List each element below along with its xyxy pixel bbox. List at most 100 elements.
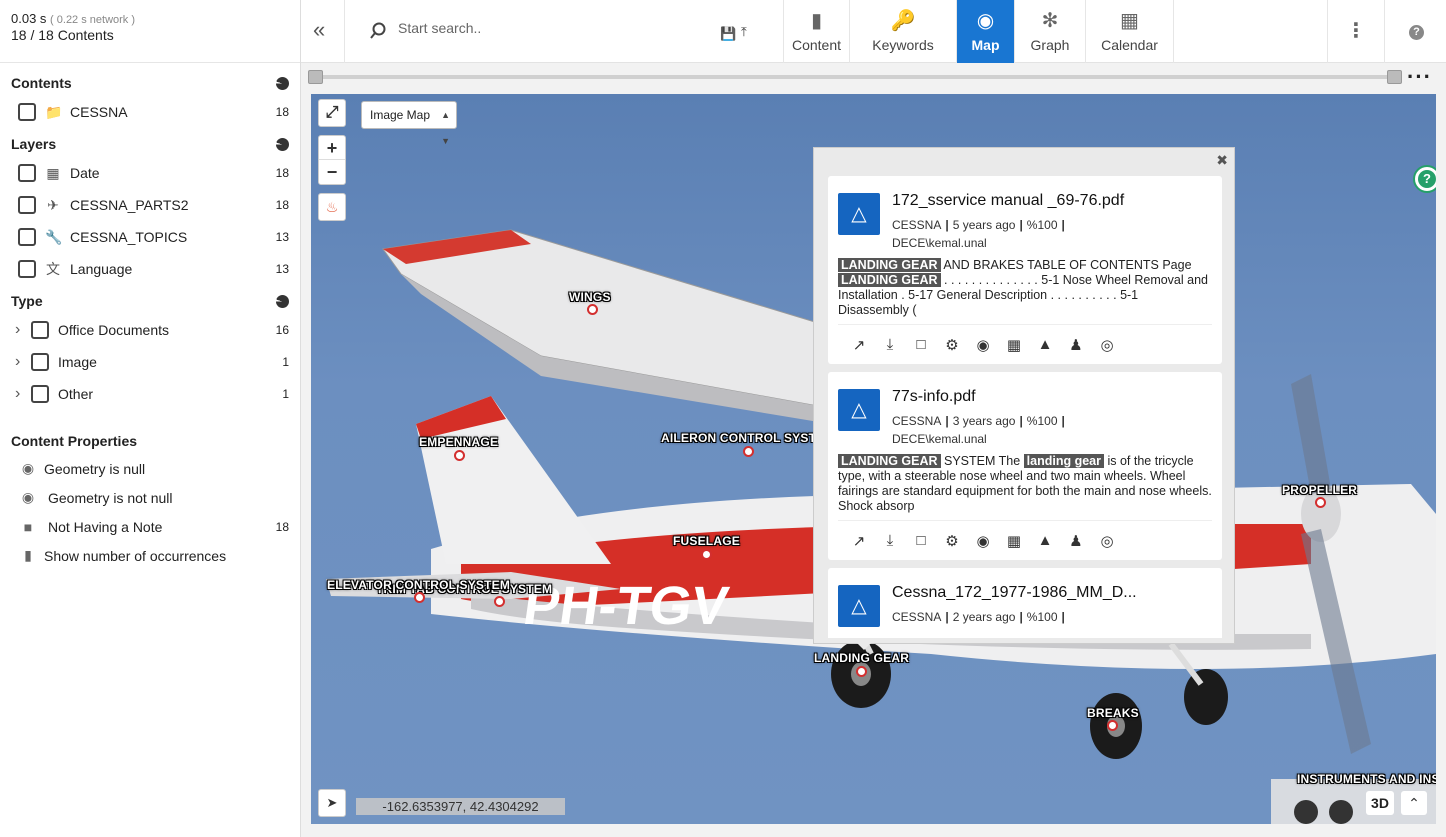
timeline-start-handle[interactable] — [308, 70, 323, 84]
tab-keywords[interactable]: 🔑 Keywords — [850, 0, 957, 63]
locate-icon[interactable]: ➤ — [318, 789, 346, 817]
download-icon[interactable]: ⤓ — [881, 336, 899, 353]
chart-icon[interactable]: ▲ — [1036, 532, 1054, 549]
result-user: DECE\kemal.unal — [892, 236, 987, 250]
open-icon[interactable]: ↗ — [850, 336, 868, 354]
map-search-icon[interactable]: ◉ — [974, 336, 992, 354]
upload-icon[interactable]: ⤒ — [741, 24, 747, 40]
property-occurrences[interactable]: ▮ Show number of occurrences — [0, 541, 300, 570]
result-score: %100 — [1026, 414, 1058, 428]
result-title[interactable]: 77s-info.pdf — [892, 388, 1212, 409]
type-count: 16 — [275, 323, 289, 337]
search-input[interactable] — [398, 20, 698, 36]
map-label-aileron-control-system[interactable]: AILERON CONTROL SYST — [661, 431, 816, 445]
result-card[interactable]: △ 77s-info.pdf CESSNA | 3 years ago | %100 | … — [828, 372, 1222, 560]
checkbox[interactable] — [18, 196, 36, 214]
type-item-image[interactable]: › Image 1 — [0, 346, 300, 378]
map-icon[interactable]: ▦ — [1005, 532, 1023, 550]
map-marker-propeller[interactable] — [1315, 497, 1326, 508]
layer-item-cessna-parts2[interactable]: ✈ CESSNA_PARTS2 18 — [0, 189, 300, 221]
chart-icon[interactable]: ▲ — [1036, 336, 1054, 353]
map-marker-trim-tab[interactable] — [494, 596, 505, 607]
map-marker-aileron[interactable] — [743, 446, 754, 457]
map-label-propeller[interactable]: PROPELLER — [1282, 483, 1357, 497]
property-geometry-null[interactable]: ◉ Geometry is null — [0, 454, 300, 483]
layer-item-date[interactable]: ▦ Date 18 — [0, 157, 300, 189]
checkbox[interactable] — [31, 353, 49, 371]
checkbox[interactable] — [18, 164, 36, 182]
download-icon[interactable]: ⤓ — [881, 532, 899, 549]
save-icon[interactable]: 💾 — [720, 26, 736, 42]
results-list[interactable]: △ 172_sservice manual _69-76.pdf CESSNA |… — [828, 176, 1222, 638]
settings-icon[interactable]: ⚙ — [943, 336, 961, 354]
note-icon[interactable]: □ — [912, 532, 930, 549]
result-title[interactable]: Cessna_172_1977-1986_MM_D... — [892, 584, 1212, 605]
tab-calendar[interactable]: ▦ Calendar — [1086, 0, 1174, 63]
timeline-end-handle[interactable] — [1387, 70, 1402, 84]
type-item-other[interactable]: › Other 1 — [0, 378, 300, 410]
map-icon[interactable]: ▦ — [1005, 336, 1023, 354]
map-help-icon[interactable]: ? — [1413, 165, 1436, 193]
chevron-right-icon[interactable]: › — [15, 385, 27, 403]
view-icon[interactable]: ◎ — [1098, 532, 1116, 550]
result-card[interactable]: △ Cessna_172_1977-1986_MM_D... CESSNA | 2 … — [828, 568, 1222, 638]
map-marker-fuselage[interactable] — [701, 549, 712, 560]
settings-icon[interactable]: ⚙ — [943, 532, 961, 550]
map-layer-select[interactable]: Image Map ▲ ▼ — [361, 101, 457, 146]
map-label-wings[interactable]: WINGS — [569, 290, 611, 304]
map-marker-elevator[interactable] — [414, 592, 425, 603]
result-age: 2 years ago — [952, 610, 1016, 624]
tab-map[interactable]: ◉ Map — [957, 0, 1015, 63]
note-icon[interactable]: □ — [912, 336, 930, 353]
map-search-icon[interactable]: ◉ — [974, 532, 992, 550]
map-label-instruments[interactable]: INSTRUMENTS AND INS — [1297, 772, 1436, 786]
type-item-office-documents[interactable]: › Office Documents 16 — [0, 314, 300, 346]
property-geometry-not-null[interactable]: ◉ Geometry is not null — [0, 483, 300, 512]
open-icon[interactable]: ↗ — [850, 532, 868, 550]
map-label-empennage[interactable]: EMPENNAGE — [419, 435, 498, 449]
pie-chart-icon[interactable] — [276, 294, 289, 308]
map-marker-wings[interactable] — [587, 304, 598, 315]
heatmap-icon[interactable]: ♨ — [318, 193, 346, 221]
map-marker-empennage[interactable] — [454, 450, 465, 461]
person-icon[interactable]: ♟ — [1067, 532, 1085, 550]
result-card[interactable]: △ 172_sservice manual _69-76.pdf CESSNA |… — [828, 176, 1222, 364]
more-options-icon[interactable]: ⋮ — [1327, 0, 1385, 63]
view-icon[interactable]: ◎ — [1098, 336, 1116, 354]
zoom-out-button[interactable]: − — [319, 160, 345, 184]
chevron-up-icon[interactable]: ⌃ — [1401, 791, 1427, 815]
timeline-slider[interactable]: ··· — [301, 63, 1446, 94]
3d-toggle-button[interactable]: 3D — [1366, 791, 1394, 815]
checkbox[interactable] — [18, 103, 36, 121]
checkbox[interactable] — [18, 260, 36, 278]
property-no-note[interactable]: ■ Not Having a Note 18 — [0, 512, 300, 541]
layer-item-language[interactable]: 文 Language 13 — [0, 253, 300, 285]
map-label-landing-gear[interactable]: LANDING GEAR — [814, 651, 909, 665]
collapse-sidebar-icon[interactable]: « — [313, 17, 325, 43]
fullscreen-icon[interactable]: ⤢ — [318, 99, 346, 127]
chevron-right-icon[interactable]: › — [15, 353, 27, 371]
checkbox[interactable] — [18, 228, 36, 246]
map-label-fuselage[interactable]: FUSELAGE — [673, 534, 740, 548]
layer-item-cessna-topics[interactable]: 🔧 CESSNA_TOPICS 13 — [0, 221, 300, 253]
help-icon[interactable]: ? — [1409, 25, 1424, 40]
image-map[interactable]: PH-TGV ⤢ + − ♨ Image Map ▲ ▼ WINGS EMPENN… — [311, 94, 1436, 824]
person-icon[interactable]: ♟ — [1067, 336, 1085, 354]
map-label-breaks[interactable]: BREAKS — [1087, 706, 1139, 720]
map-marker-landing-gear[interactable] — [856, 666, 867, 677]
timeline-options-icon[interactable]: ··· — [1407, 64, 1432, 90]
zoom-in-button[interactable]: + — [319, 136, 345, 160]
checkbox[interactable] — [31, 385, 49, 403]
close-icon[interactable]: ✖ — [1216, 152, 1228, 169]
checkbox[interactable] — [31, 321, 49, 339]
map-marker-breaks[interactable] — [1107, 720, 1118, 731]
map-label-elevator-control-system[interactable]: ELEVATOR CONTROL SYSTEM — [327, 578, 510, 592]
facet-item-cessna[interactable]: 📁 CESSNA 18 — [0, 96, 300, 128]
pie-chart-icon[interactable] — [276, 76, 289, 90]
tab-content[interactable]: ▮ Content — [784, 0, 850, 63]
result-title[interactable]: 172_sservice manual _69-76.pdf — [892, 192, 1212, 213]
pie-chart-icon[interactable] — [276, 137, 289, 151]
chevron-right-icon[interactable]: › — [15, 321, 27, 339]
tab-graph[interactable]: ✻ Graph — [1015, 0, 1086, 63]
type-label: Office Documents — [58, 322, 170, 338]
